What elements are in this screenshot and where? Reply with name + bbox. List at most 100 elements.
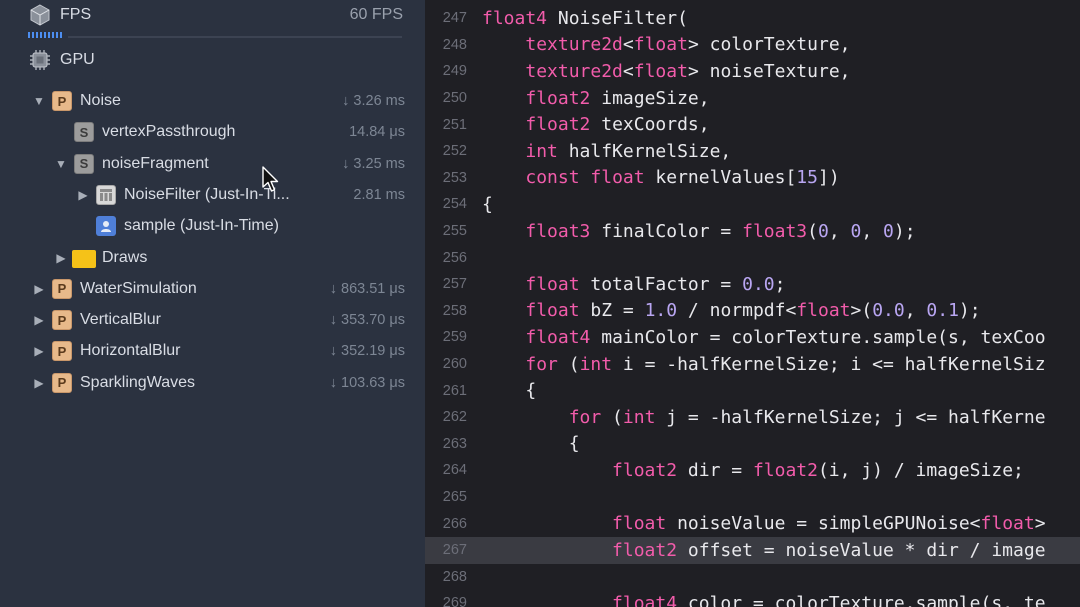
disclosure-collapsed-icon[interactable]: ▶ — [32, 281, 46, 297]
code-text: int halfKernelSize, — [525, 140, 732, 162]
tree-item-verticalblur[interactable]: ▶ P VerticalBlur ↓ 353.70 μs — [0, 305, 425, 336]
code-line[interactable]: 255 float3 finalColor = float3(0, 0, 0); — [425, 218, 1080, 245]
tree-item-noise[interactable]: ▼ P Noise ↓ 3.26 ms — [0, 86, 425, 117]
fps-meter-track — [68, 36, 402, 38]
fps-label: FPS — [60, 6, 92, 23]
code-line[interactable]: 267 float2 offset = noiseValue * dir / i… — [425, 537, 1080, 564]
code-line[interactable]: 269 float4 color = colorTexture.sample(s… — [425, 590, 1080, 607]
code-line[interactable]: 263 { — [425, 431, 1080, 458]
shader-icon: S — [74, 122, 94, 143]
code-line[interactable]: 253 const float kernelValues[15]) — [425, 165, 1080, 192]
tree-item-draws[interactable]: ▶ Draws — [0, 243, 425, 274]
tree-item-label: vertexPassthrough — [102, 123, 236, 141]
tree-item-sparklingwaves[interactable]: ▶ P SparklingWaves ↓ 103.63 μs — [0, 368, 425, 399]
code-line[interactable]: 268 — [425, 564, 1080, 591]
line-number: 264 — [442, 462, 467, 479]
code-text: float noiseValue = simpleGPUNoise<float> — [612, 513, 1046, 535]
code-line[interactable]: 265 — [425, 484, 1080, 511]
fps-meter-bar — [28, 32, 64, 38]
disclosure-collapsed-icon[interactable]: ▶ — [76, 187, 90, 203]
shader-source-editor[interactable]: 247 float4 NoiseFilter(248 texture2d<floa… — [425, 0, 1080, 607]
code-text: float4 color = colorTexture.sample(s, te — [612, 592, 1046, 607]
chip-icon — [30, 50, 50, 70]
pipeline-icon: P — [52, 310, 72, 331]
function-icon — [96, 184, 116, 205]
line-number: 265 — [442, 489, 467, 506]
line-number: 257 — [442, 276, 467, 293]
code-text: { — [482, 380, 537, 402]
line-number: 267 — [442, 542, 467, 559]
user-function-icon — [96, 216, 116, 237]
tree-item-label: Draws — [102, 248, 148, 266]
line-number: 260 — [442, 356, 467, 373]
line-number: 249 — [442, 63, 467, 80]
disclosure-collapsed-icon[interactable]: ▶ — [32, 375, 46, 391]
tree-item-horizontalblur[interactable]: ▶ P HorizontalBlur ↓ 352.19 μs — [0, 336, 425, 367]
tree-item-time: 2.81 ms — [353, 186, 405, 203]
code-line[interactable]: 258 float bZ = 1.0 / normpdf<float>(0.0,… — [425, 298, 1080, 325]
code-line[interactable]: 266 float noiseValue = simpleGPUNoise<fl… — [425, 510, 1080, 537]
code-line[interactable]: 248 texture2d<float> colorTexture, — [425, 32, 1080, 59]
fps-cube-icon — [30, 4, 50, 26]
tree-item-time: ↓ 352.19 μs — [329, 343, 405, 360]
line-number: 261 — [442, 382, 467, 399]
mouse-cursor-icon — [262, 166, 279, 192]
code-line[interactable]: 247 float4 NoiseFilter( — [425, 5, 1080, 32]
line-number: 269 — [442, 595, 467, 607]
code-line[interactable]: 250 float2 imageSize, — [425, 85, 1080, 112]
gpu-debug-navigator: FPS 60 FPS GPU ▼ P Noise ↓ 3.26 ms SvertexPa… — [0, 0, 425, 607]
disclosure-collapsed-icon[interactable]: ▶ — [32, 312, 46, 328]
line-number: 250 — [442, 90, 467, 107]
tree-item-label: VerticalBlur — [80, 311, 161, 329]
fps-value: 60 FPS — [349, 6, 403, 23]
code-line[interactable]: 260 for (int i = -halfKernelSize; i <= h… — [425, 351, 1080, 378]
pipeline-icon: P — [52, 91, 72, 111]
gpu-gauge-row[interactable]: GPU — [28, 48, 95, 72]
line-number: 258 — [442, 302, 467, 319]
pipeline-icon: P — [52, 341, 72, 362]
gpu-label: GPU — [60, 51, 95, 68]
code-text: float bZ = 1.0 / normpdf<float>(0.0, 0.1… — [525, 300, 981, 322]
code-text: float2 offset = noiseValue * dir / image — [612, 539, 1046, 561]
fps-gauge-row[interactable]: FPS — [28, 3, 91, 27]
code-line[interactable]: 254 { — [425, 191, 1080, 218]
code-line[interactable]: 256 — [425, 244, 1080, 271]
disclosure-expanded-icon[interactable]: ▼ — [32, 93, 46, 109]
disclosure-collapsed-icon[interactable]: ▶ — [54, 250, 68, 266]
tree-item-vertexpassthrough[interactable]: SvertexPassthrough 14.84 μs — [0, 117, 425, 148]
tree-item-noisefragment[interactable]: ▼ SnoiseFragment ↓ 3.25 ms — [0, 149, 425, 180]
shader-icon: S — [74, 153, 94, 174]
line-number: 268 — [442, 568, 467, 585]
tree-item-time: ↓ 3.25 ms — [342, 155, 405, 172]
line-number: 256 — [442, 249, 467, 266]
line-number: 254 — [442, 196, 467, 213]
code-line[interactable]: 257 float totalFactor = 0.0; — [425, 271, 1080, 298]
code-line[interactable]: 262 for (int j = -halfKernelSize; j <= h… — [425, 404, 1080, 431]
code-text: texture2d<float> colorTexture, — [525, 34, 851, 56]
folder-icon — [72, 249, 96, 268]
code-text: float3 finalColor = float3(0, 0, 0); — [525, 220, 916, 242]
tree-item-sample-just-in-time[interactable]: sample (Just-In-Time) — [0, 211, 425, 242]
code-text: float totalFactor = 0.0; — [525, 273, 786, 295]
code-text: float2 imageSize, — [525, 87, 710, 109]
code-line[interactable]: 251 float2 texCoords, — [425, 111, 1080, 138]
pipeline-icon: P — [52, 372, 72, 393]
line-number: 263 — [442, 435, 467, 452]
code-line[interactable]: 259 float4 mainColor = colorTexture.samp… — [425, 324, 1080, 351]
code-line[interactable]: 252 int halfKernelSize, — [425, 138, 1080, 165]
code-line[interactable]: 249 texture2d<float> noiseTexture, — [425, 58, 1080, 85]
code-line[interactable]: 264 float2 dir = float2(i, j) / imageSiz… — [425, 457, 1080, 484]
tree-item-time: ↓ 3.26 ms — [342, 93, 405, 109]
tree-item-label: sample (Just-In-Time) — [124, 217, 279, 235]
line-number: 253 — [442, 169, 467, 186]
tree-item-label: Noise — [80, 92, 121, 109]
tree-item-label: HorizontalBlur — [80, 342, 181, 360]
code-text: texture2d<float> noiseTexture, — [525, 60, 851, 82]
tree-item-watersimulation[interactable]: ▶ P WaterSimulation ↓ 863.51 μs — [0, 274, 425, 305]
disclosure-collapsed-icon[interactable]: ▶ — [32, 343, 46, 359]
tree-item-label: WaterSimulation — [80, 279, 197, 297]
pipeline-icon: P — [52, 278, 72, 299]
disclosure-expanded-icon[interactable]: ▼ — [54, 156, 68, 172]
tree-item-noisefilter-just-in-ti[interactable]: ▶ NoiseFilter (Just-In-Ti... 2.81 ms — [0, 180, 425, 211]
code-line[interactable]: 261 { — [425, 377, 1080, 404]
